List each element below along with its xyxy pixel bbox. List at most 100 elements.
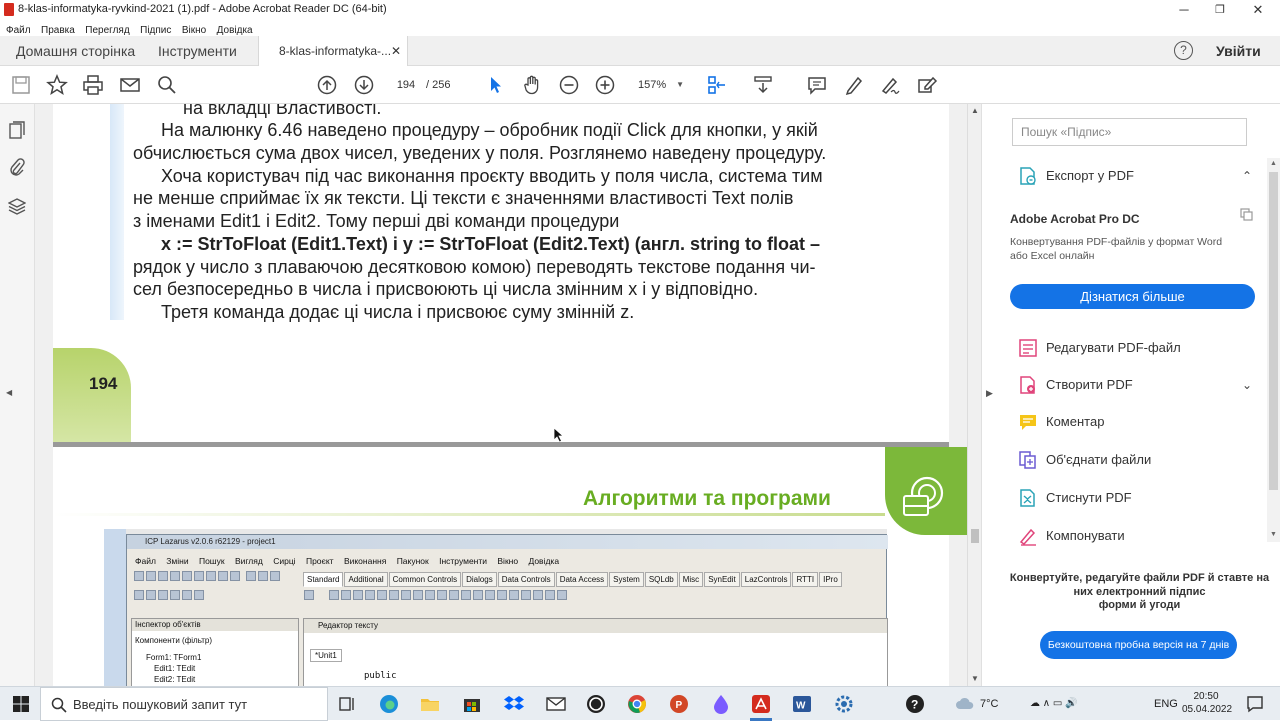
tab-home[interactable]: Домашня сторінка: [16, 36, 135, 66]
compress-pdf-label: Стиснути PDF: [1046, 490, 1132, 505]
hand-tool-icon[interactable]: [521, 74, 543, 96]
store-icon[interactable]: [461, 693, 483, 715]
lz-comp-icon: [533, 590, 543, 600]
layers-icon[interactable]: [7, 196, 27, 216]
chrome-icon[interactable]: [626, 693, 648, 715]
export-pdf-icon: [1018, 166, 1038, 186]
chevron-down-icon[interactable]: ⌄: [1242, 371, 1252, 399]
notifications-icon[interactable]: [1244, 693, 1266, 715]
zoom-level-dropdown[interactable]: 157% ▼: [630, 75, 688, 95]
tab-document[interactable]: 8-klas-informatyka-... ✕: [258, 36, 408, 67]
close-button[interactable]: ✕: [1240, 0, 1276, 20]
task-view-icon[interactable]: [336, 693, 358, 715]
free-trial-button[interactable]: Безкоштовна пробна версія на 7 днів: [1040, 631, 1237, 659]
page-number-input[interactable]: 194: [392, 77, 420, 93]
inspector-row: Edit2: TEdit: [154, 675, 196, 684]
dropbox-icon[interactable]: [503, 693, 525, 715]
select-cursor-icon[interactable]: [485, 74, 507, 96]
comment-tool[interactable]: Коментар: [1012, 408, 1252, 436]
tools-pane-scrollbar[interactable]: ▲ ▼: [1267, 158, 1280, 542]
weather-cloud-icon[interactable]: [954, 693, 976, 715]
text-line-4: Хоча користувач під час виконання проєкт…: [161, 166, 823, 186]
bookmark-star-icon[interactable]: [46, 74, 68, 96]
page-layout-icon[interactable]: [706, 74, 728, 96]
save-icon[interactable]: [10, 74, 32, 96]
zoom-level-value: 157%: [638, 79, 667, 91]
line-text: на вкладці Властивості.: [183, 104, 382, 118]
combine-files-tool[interactable]: Об'єднати файли: [1012, 446, 1252, 474]
tray-icons[interactable]: ☁ ∧ ▭ 🔊: [1030, 687, 1078, 721]
weather-temperature[interactable]: 7°C: [980, 687, 998, 721]
lz-tab: LazControls: [740, 572, 792, 587]
organize-pages-icon: [1018, 526, 1038, 546]
lz-tab: Common Controls: [388, 572, 462, 587]
zoom-in-icon[interactable]: [594, 74, 616, 96]
chapter-rule: [53, 513, 885, 516]
chevron-up-icon[interactable]: ⌃: [1242, 162, 1252, 190]
mail-icon[interactable]: [545, 693, 567, 715]
sign-icon[interactable]: [879, 74, 901, 96]
drop-app-icon[interactable]: [710, 693, 732, 715]
powerpoint-icon[interactable]: P: [668, 693, 690, 715]
page-thumbnails-icon[interactable]: [8, 120, 26, 140]
create-pdf-tool[interactable]: Створити PDF ⌄: [1012, 371, 1252, 399]
tools-search-input[interactable]: Пошук «Підпис»: [1012, 118, 1247, 146]
document-viewport[interactable]: на вкладці Властивості. На малюнку 6.46 …: [35, 104, 967, 686]
system-clock[interactable]: 20:50 05.04.2022: [1182, 690, 1232, 716]
document-scrollbar[interactable]: ▲ ▼: [967, 104, 981, 686]
search-icon[interactable]: [156, 74, 178, 96]
minimize-button[interactable]: ─: [1166, 0, 1202, 20]
tab-tools[interactable]: Інструменти: [158, 36, 237, 66]
export-pdf-tool[interactable]: Експорт у PDF ⌃: [1012, 162, 1252, 190]
edit-pdf-icon: [1018, 338, 1038, 358]
zoom-out-icon[interactable]: [558, 74, 580, 96]
help-icon[interactable]: ?: [1174, 41, 1193, 60]
input-language[interactable]: ENG: [1154, 687, 1178, 721]
settings-gear-icon[interactable]: [833, 693, 855, 715]
windows-start-icon[interactable]: [10, 693, 32, 715]
compress-pdf-icon: [1018, 488, 1038, 508]
lz-tab: Dialogs: [462, 572, 497, 587]
collapse-right-pane-icon[interactable]: ▶: [986, 388, 993, 399]
taskbar-search-box[interactable]: Введіть пошуковий запит тут: [40, 687, 328, 721]
scroll-up-icon[interactable]: ▲: [971, 106, 979, 115]
scroll-down-icon[interactable]: ▼: [971, 674, 979, 683]
maximize-button[interactable]: ❐: [1202, 0, 1238, 20]
page-total: / 256: [426, 79, 451, 91]
acrobat-reader-taskbar-icon[interactable]: [750, 693, 772, 715]
compress-pdf-tool[interactable]: Стиснути PDF: [1012, 484, 1252, 512]
word-icon[interactable]: W: [791, 693, 813, 715]
edit-tools-icon[interactable]: [916, 74, 938, 96]
print-icon[interactable]: [82, 74, 104, 96]
edge-browser-icon[interactable]: [378, 693, 400, 715]
tab-bar: Домашня сторінка Інструменти 8-klas-info…: [0, 36, 1280, 67]
email-icon[interactable]: [119, 74, 141, 96]
scrollbar-thumb[interactable]: [971, 529, 979, 543]
text-line-2: На малюнку 6.46 наведено процедуру – обр…: [161, 120, 818, 140]
inspector-filter: Компоненти (фільтр): [135, 636, 213, 645]
help-taskbar-icon[interactable]: ?: [904, 693, 926, 715]
tab-close-icon[interactable]: ✕: [391, 36, 401, 66]
margin-decoration: [110, 104, 124, 320]
obs-studio-icon[interactable]: [585, 693, 607, 715]
tools-scroll-down-icon[interactable]: ▼: [1270, 531, 1277, 538]
lazarus-toolbar-icons: [133, 569, 293, 609]
learn-more-button[interactable]: Дізнатися більше: [1010, 284, 1255, 309]
comment-icon[interactable]: [806, 74, 828, 96]
promo-dismiss-icon[interactable]: [1240, 208, 1254, 227]
tools-scrollbar-thumb[interactable]: [1269, 172, 1278, 490]
collapse-left-pane-icon[interactable]: ◀: [6, 388, 12, 397]
scroll-mode-icon[interactable]: [752, 74, 774, 96]
next-page-icon[interactable]: [353, 74, 375, 96]
chevron-down-icon: ▼: [676, 80, 684, 89]
organize-pages-tool[interactable]: Компонувати: [1012, 522, 1252, 550]
tools-scroll-up-icon[interactable]: ▲: [1270, 160, 1277, 167]
previous-page-icon[interactable]: [316, 74, 338, 96]
highlight-pen-icon[interactable]: [843, 74, 865, 96]
comment-label: Коментар: [1046, 414, 1105, 429]
lz-comp-icon: [461, 590, 471, 600]
file-explorer-icon[interactable]: [419, 693, 441, 715]
sign-in-button[interactable]: Увійти: [1216, 36, 1261, 66]
edit-pdf-tool[interactable]: Редагувати PDF-файл: [1012, 334, 1252, 362]
attachments-icon[interactable]: [8, 157, 26, 177]
